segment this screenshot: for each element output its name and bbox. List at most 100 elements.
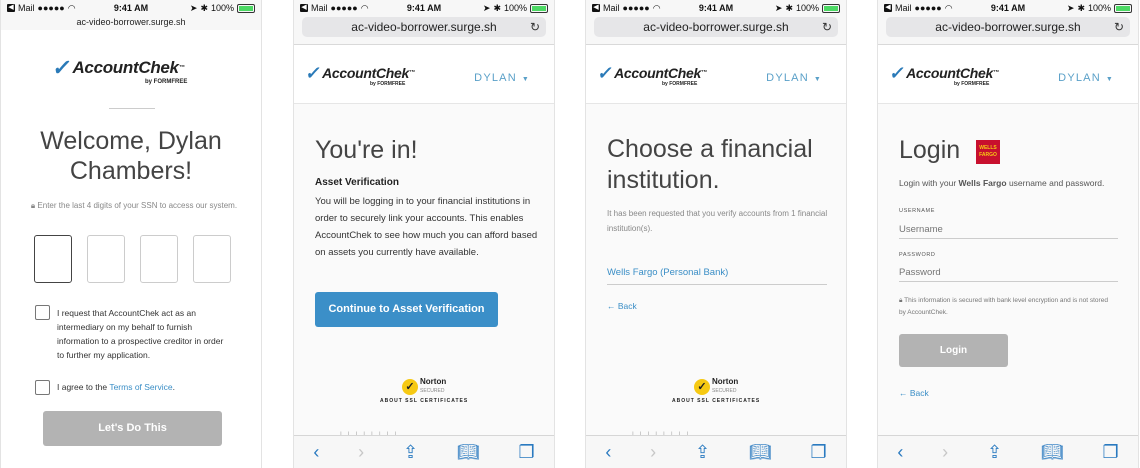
user-menu[interactable]: DYLAN ▼ — [474, 72, 530, 84]
ssn-digit-2[interactable] — [87, 235, 125, 283]
chevron-down-icon: ▼ — [813, 76, 822, 83]
bluetooth-icon: ✱ — [200, 2, 208, 13]
back-to-app-icon[interactable]: ◀ — [300, 4, 308, 12]
carrier-label: Mail — [603, 3, 620, 13]
accountchek-logo: ✓ AccountChek™ by FORMFREE — [596, 63, 707, 87]
user-menu[interactable]: DYLAN ▼ — [766, 72, 822, 84]
reload-icon[interactable]: ↻ — [822, 20, 832, 34]
ssn-digit-4[interactable] — [193, 235, 231, 283]
status-bar: ◀ Mail ●●●●● ◠ 9:41 AM ➤ ✱ 100% — [878, 0, 1138, 16]
checkmark-icon: ✓ — [888, 63, 907, 83]
phone-screen-choose-institution: ◀ Mail ●●●●● ◠ 9:41 AM ➤ ✱ 100% ac-video-borr… — [585, 0, 847, 468]
back-link[interactable]: ← Back — [607, 301, 637, 311]
tabs-icon[interactable]: ❐ — [810, 442, 826, 463]
location-icon: ➤ — [1066, 2, 1075, 13]
back-to-app-icon[interactable]: ◀ — [884, 4, 892, 12]
bookmarks-icon[interactable]: 📖︎ — [1041, 442, 1064, 463]
page-title: Choose a financial institution. — [607, 135, 813, 194]
back-to-app-icon[interactable]: ◀ — [592, 4, 600, 12]
terms-checkbox[interactable] — [35, 380, 50, 395]
url-bar[interactable]: ac-video-borrower.surge.sh — [1, 16, 261, 31]
tabs-icon[interactable]: ❐ — [518, 442, 534, 463]
signal-icon: ●●●●● — [622, 3, 650, 13]
intro-paragraph: You will be logging in to your financial… — [315, 196, 538, 258]
ssn-prompt: 🔒︎ Enter the last 4 digits of your SSN t… — [30, 201, 238, 210]
location-icon: ➤ — [189, 2, 198, 13]
security-note: 🔒︎ This information is secured with bank… — [899, 297, 1108, 316]
share-icon[interactable]: ⇪ — [695, 442, 710, 463]
chevron-down-icon: ▼ — [1105, 76, 1114, 83]
password-label: PASSWORD — [899, 252, 936, 258]
wifi-icon: ◠ — [944, 2, 953, 13]
battery-percent: 100% — [795, 3, 820, 13]
accountchek-logo: ✓ AccountChek™ by FORMFREE — [51, 55, 187, 85]
logo-byline: by FORMFREE — [954, 81, 990, 87]
battery-percent: 100% — [210, 3, 235, 13]
back-icon[interactable]: ‹ — [897, 442, 903, 463]
institution-label: Wells Fargo (Personal Bank) — [607, 267, 729, 278]
password-input[interactable] — [899, 263, 1118, 282]
login-button[interactable]: Login — [899, 334, 1008, 367]
back-icon[interactable]: ‹ — [605, 442, 611, 463]
logo-brand: AccountChek™ — [322, 65, 415, 81]
norton-seal[interactable]: ✓ Norton SECURED ABOUT SSL CERTIFICATES — [380, 378, 468, 405]
ssn-digit-3[interactable] — [140, 235, 178, 283]
status-bar: ◀ Mail ●●●●● ◠ 9:41 AM ➤ ✱ 100% — [294, 0, 554, 16]
chevron-down-icon: ▼ — [521, 76, 530, 83]
terms-of-service-link[interactable]: Terms of Service — [109, 382, 172, 392]
url-bar[interactable]: ac-video-borrower.surge.sh ↻ — [302, 17, 546, 37]
institution-item-wells-fargo[interactable]: Wells Fargo (Personal Bank) — [607, 262, 827, 285]
carrier-label: Mail — [895, 3, 912, 13]
wifi-icon: ◠ — [67, 2, 76, 13]
request-note: It has been requested that you verify ac… — [607, 209, 828, 233]
logo-byline: by FORMFREE — [370, 81, 406, 87]
tabs-icon[interactable]: ❐ — [1102, 442, 1118, 463]
safari-bottom-toolbar: ‹ › ⇪ 📖︎ ❐ — [586, 435, 846, 468]
back-link[interactable]: ← Back — [899, 388, 929, 398]
user-menu[interactable]: DYLAN ▼ — [1058, 72, 1114, 84]
page-title: Welcome, Dylan Chambers! — [40, 127, 222, 185]
url-text: ac-video-borrower.surge.sh — [351, 20, 497, 34]
url-bar[interactable]: ac-video-borrower.surge.sh ↻ — [594, 17, 838, 37]
ssn-digit-1[interactable] — [34, 235, 72, 283]
lock-icon: 🔒︎ — [899, 297, 903, 304]
consent-text-intermediary: I request that AccountChek act as an int… — [57, 308, 224, 360]
status-bar: ◀ Mail ●●●●● ◠ 9:41 AM ➤ ✱ 100% — [1, 0, 261, 16]
bluetooth-icon: ✱ — [1077, 2, 1085, 13]
share-icon[interactable]: ⇪ — [987, 442, 1002, 463]
lock-icon: 🔒︎ — [30, 201, 36, 210]
accountchek-logo: ✓ AccountChek™ by FORMFREE — [304, 63, 415, 87]
share-icon[interactable]: ⇪ — [403, 442, 418, 463]
reload-icon[interactable]: ↻ — [530, 20, 540, 34]
norton-check-icon: ✓ — [694, 378, 710, 395]
back-to-app-icon[interactable]: ◀ — [7, 4, 15, 12]
back-icon[interactable]: ‹ — [313, 442, 319, 463]
section-subheading: Asset Verification — [315, 177, 399, 188]
clock: 9:41 AM — [698, 3, 734, 13]
status-bar: ◀ Mail ●●●●● ◠ 9:41 AM ➤ ✱ 100% — [586, 0, 846, 16]
forward-icon[interactable]: › — [358, 442, 364, 463]
carrier-label: Mail — [18, 3, 35, 13]
signal-icon: ●●●●● — [330, 3, 358, 13]
safari-bottom-toolbar: ‹ › ⇪ 📖︎ ❐ — [294, 435, 554, 468]
clock: 9:41 AM — [113, 3, 149, 13]
divider — [109, 108, 155, 109]
page-title: You're in! — [315, 136, 418, 164]
norton-check-icon: ✓ — [402, 378, 418, 395]
reload-icon[interactable]: ↻ — [1114, 20, 1124, 34]
continue-button[interactable]: Continue to Asset Verification — [315, 292, 498, 327]
battery-icon — [822, 3, 841, 13]
bookmarks-icon[interactable]: 📖︎ — [749, 442, 772, 463]
lets-do-this-button[interactable]: Let's Do This — [43, 411, 222, 446]
forward-icon[interactable]: › — [650, 442, 656, 463]
norton-seal[interactable]: ✓ Norton SECURED ABOUT SSL CERTIFICATES — [672, 378, 761, 405]
url-text: ac-video-borrower.surge.sh — [643, 20, 789, 34]
consent-checkbox-intermediary[interactable] — [35, 305, 50, 320]
url-bar[interactable]: ac-video-borrower.surge.sh ↻ — [886, 17, 1130, 37]
forward-icon[interactable]: › — [942, 442, 948, 463]
norton-caption: ABOUT SSL CERTIFICATES — [672, 398, 761, 404]
app-header: ✓ AccountChek™ by FORMFREE DYLAN ▼ — [294, 45, 554, 104]
bookmarks-icon[interactable]: 📖︎ — [457, 442, 480, 463]
bluetooth-icon: ✱ — [493, 2, 501, 13]
username-input[interactable] — [899, 220, 1118, 239]
